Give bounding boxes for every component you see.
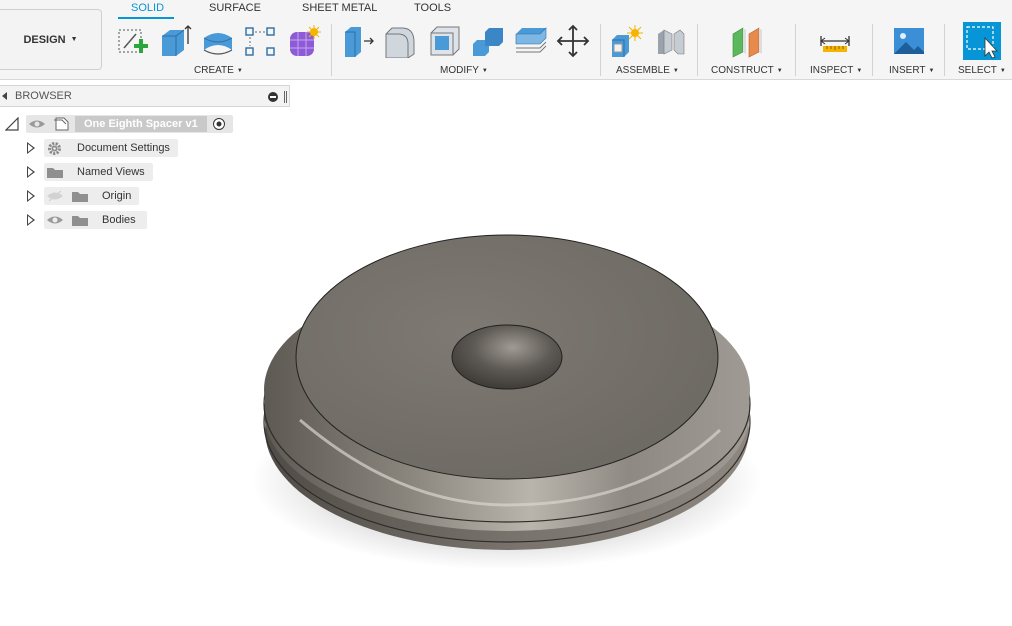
create-menu-label: CREATE xyxy=(194,65,234,76)
new-component-icon[interactable] xyxy=(610,24,644,58)
toolbar-divider xyxy=(600,24,601,76)
browser-item-document-settings[interactable]: Document Settings xyxy=(0,139,180,157)
modify-menu-label: MODIFY xyxy=(440,65,479,76)
joint-icon[interactable] xyxy=(654,24,688,58)
named-views-label: Named Views xyxy=(77,166,145,178)
insert-menu[interactable]: INSERT ▼ xyxy=(889,65,934,76)
inspect-menu[interactable]: INSPECT ▼ xyxy=(810,65,862,76)
construct-menu-label: CONSTRUCT xyxy=(711,65,774,76)
assemble-menu-label: ASSEMBLE xyxy=(616,65,670,76)
origin-label: Origin xyxy=(102,190,132,202)
tab-sheet-metal[interactable]: SHEET METAL xyxy=(302,2,377,14)
inspect-menu-label: INSPECT xyxy=(810,65,854,76)
chevron-down-icon: ▼ xyxy=(70,36,78,43)
chevron-down-icon: ▼ xyxy=(236,68,243,74)
create-sketch-icon[interactable] xyxy=(116,24,150,58)
ribbon-toolbar: DESIGN ▼ SOLID SURFACE SHEET METAL TOOLS… xyxy=(0,0,1012,80)
spacer-model[interactable] xyxy=(0,80,1012,626)
extrude-icon[interactable] xyxy=(158,24,192,58)
chevron-down-icon: ▼ xyxy=(672,68,679,74)
chevron-down-icon: ▼ xyxy=(856,68,863,74)
chevron-down-icon: ▼ xyxy=(999,68,1006,74)
toolbar-divider xyxy=(795,24,796,76)
tree-collapse-icon[interactable] xyxy=(5,117,19,131)
shell-icon[interactable] xyxy=(428,24,462,58)
tab-tools[interactable]: TOOLS xyxy=(414,2,451,14)
document-settings-label: Document Settings xyxy=(77,142,170,154)
toolbar-divider xyxy=(872,24,873,76)
fusion-app-window: DESIGN ▼ SOLID SURFACE SHEET METAL TOOLS… xyxy=(0,0,1012,626)
document-icon xyxy=(54,117,69,131)
tab-solid[interactable]: SOLID xyxy=(131,2,164,14)
collapse-panel-icon[interactable] xyxy=(2,92,7,100)
expand-arrow-icon[interactable] xyxy=(27,190,35,202)
gear-icon xyxy=(48,142,61,155)
workspace-label: DESIGN xyxy=(23,33,66,46)
active-tab-indicator xyxy=(118,17,174,19)
folder-icon xyxy=(72,216,88,226)
expand-arrow-icon[interactable] xyxy=(27,166,35,178)
create-menu[interactable]: CREATE ▼ xyxy=(194,65,243,76)
construct-menu[interactable]: CONSTRUCT ▼ xyxy=(711,65,783,76)
chevron-down-icon: ▼ xyxy=(776,68,783,74)
browser-item-origin[interactable]: Origin xyxy=(0,187,145,205)
minimize-panel-icon[interactable] xyxy=(268,92,278,102)
modify-menu[interactable]: MODIFY ▼ xyxy=(440,65,488,76)
eye-icon[interactable] xyxy=(28,118,46,130)
browser-item-named-views[interactable]: Named Views xyxy=(0,163,160,181)
insert-image-icon[interactable] xyxy=(892,24,926,58)
fillet-icon[interactable] xyxy=(384,24,418,58)
select-menu-label: SELECT xyxy=(958,65,997,76)
select-icon[interactable] xyxy=(963,22,1001,60)
expand-arrow-icon[interactable] xyxy=(27,214,35,226)
root-component-label: One Eighth Spacer v1 xyxy=(84,118,198,130)
activate-component-icon[interactable] xyxy=(212,117,226,131)
eye-hidden-icon[interactable] xyxy=(46,190,64,202)
browser-title: BROWSER xyxy=(15,90,72,102)
expand-arrow-icon[interactable] xyxy=(27,142,35,154)
eye-icon[interactable] xyxy=(46,214,64,226)
browser-panel-header[interactable]: BROWSER xyxy=(0,85,290,107)
folder-icon xyxy=(47,168,63,178)
press-pull-icon[interactable] xyxy=(341,24,375,58)
combine-icon[interactable] xyxy=(471,24,505,58)
offset-face-icon[interactable] xyxy=(514,24,548,58)
workspace-switcher-button[interactable]: DESIGN ▼ xyxy=(0,9,102,70)
move-icon[interactable] xyxy=(556,24,590,58)
measure-icon[interactable] xyxy=(818,24,852,58)
folder-icon xyxy=(72,192,88,202)
center-hole xyxy=(451,324,563,390)
assemble-menu[interactable]: ASSEMBLE ▼ xyxy=(616,65,679,76)
bodies-label: Bodies xyxy=(102,214,136,226)
chevron-down-icon: ▼ xyxy=(481,68,488,74)
insert-menu-label: INSERT xyxy=(889,65,926,76)
panel-resize-handle-icon[interactable] xyxy=(284,91,287,103)
select-menu[interactable]: SELECT ▼ xyxy=(958,65,1006,76)
revolve-icon[interactable] xyxy=(201,24,235,58)
canvas-viewport[interactable] xyxy=(0,80,1012,626)
toolbar-divider xyxy=(331,24,332,76)
form-icon[interactable] xyxy=(287,24,321,58)
sketch-pattern-icon[interactable] xyxy=(243,24,277,58)
toolbar-divider xyxy=(944,24,945,76)
offset-plane-icon[interactable] xyxy=(730,24,764,58)
browser-root-node[interactable]: One Eighth Spacer v1 xyxy=(0,115,240,133)
tab-surface[interactable]: SURFACE xyxy=(209,2,261,14)
chevron-down-icon: ▼ xyxy=(928,68,935,74)
browser-item-bodies[interactable]: Bodies xyxy=(0,211,150,229)
toolbar-divider xyxy=(697,24,698,76)
